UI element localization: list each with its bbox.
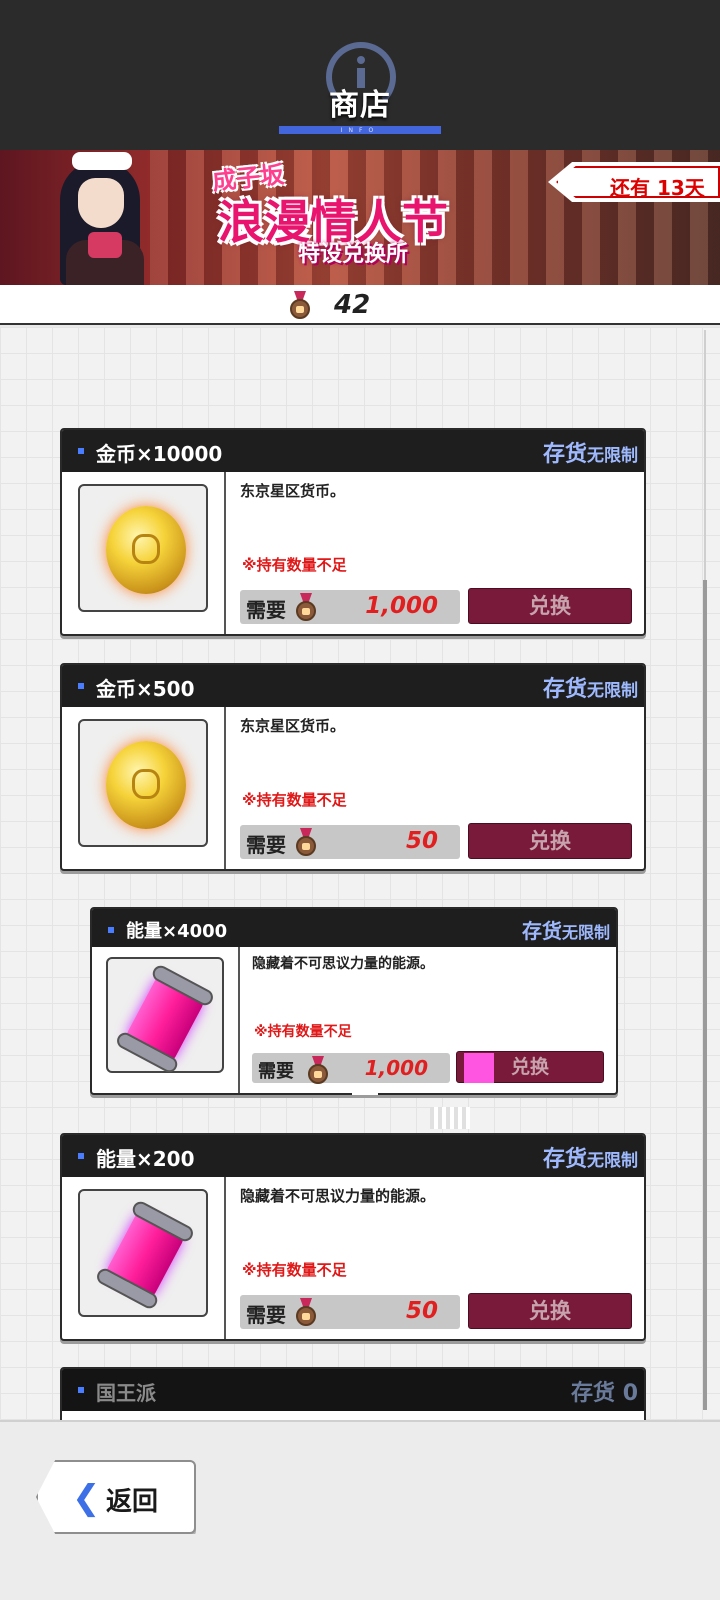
stock-label: 存货 <box>521 919 562 943</box>
divider <box>224 1177 226 1339</box>
render-artifact <box>464 1053 494 1083</box>
heart-medal-icon <box>294 593 318 621</box>
bullet-icon <box>108 927 114 933</box>
cost-label: 需要 <box>246 598 286 622</box>
item-header: 金币×10000 存货无限制 <box>62 430 644 472</box>
energy-canister-icon <box>114 962 216 1076</box>
cost-label: 需要 <box>246 1303 286 1327</box>
item-header: 金币×500 存货无限制 <box>62 665 644 707</box>
stock-info: 存货无限制 <box>543 671 638 703</box>
currency-amount: 42 <box>334 290 371 320</box>
insufficient-warning: ※持有数量不足 <box>242 791 347 809</box>
stock-info: 存货无限制 <box>543 1141 638 1173</box>
heart-medal-icon <box>294 1298 318 1326</box>
shop-item-card: 能量×4000 存货无限制 隐藏着不可思议力量的能源。 ※持有数量不足 需要 1… <box>90 907 618 1095</box>
item-description: 隐藏着不可思议力量的能源。 <box>240 1187 436 1205</box>
gold-coin-icon <box>106 741 186 829</box>
cost-value: 50 <box>405 828 438 854</box>
heart-medal-icon <box>288 291 312 319</box>
energy-canister-icon <box>94 1198 196 1312</box>
item-name: 能量×4000 <box>126 921 228 942</box>
item-header: 能量×200 存货无限制 <box>62 1135 644 1177</box>
cost-box: 需要 1,000 <box>252 1053 450 1084</box>
item-description: 东京星区货币。 <box>240 482 346 500</box>
gold-coin-icon <box>106 506 186 594</box>
stock-value: 无限制 <box>587 681 638 701</box>
stock-value: 0 <box>622 1381 638 1406</box>
item-name: 金币×500 <box>96 677 195 701</box>
bullet-icon <box>78 1387 84 1393</box>
divider <box>224 707 226 869</box>
character-portrait <box>50 150 160 285</box>
render-artifact <box>430 1107 470 1129</box>
item-description: 隐藏着不可思议力量的能源。 <box>252 956 434 972</box>
cost-box: 需要 1,000 <box>240 590 460 624</box>
stock-label: 存货 <box>542 1147 587 1172</box>
insufficient-warning: ※持有数量不足 <box>242 556 347 574</box>
bullet-icon <box>78 1153 84 1159</box>
stock-info: 存货无限制 <box>522 915 610 944</box>
cost-value: 1,000 <box>365 593 438 619</box>
cost-value: 50 <box>405 1298 438 1324</box>
insufficient-warning: ※持有数量不足 <box>254 1024 352 1040</box>
item-image <box>78 484 208 612</box>
stock-info: 存货无限制 <box>543 436 638 468</box>
item-description: 东京星区货币。 <box>240 717 346 735</box>
exchange-button[interactable]: 兑换 <box>468 1293 632 1329</box>
bullet-icon <box>78 683 84 689</box>
exchange-button[interactable]: 兑换 <box>468 823 632 859</box>
shop-item-card: 金币×500 存货无限制 东京星区货币。 ※持有数量不足 需要 50 兑换 <box>60 663 646 871</box>
divider <box>224 472 226 634</box>
item-list[interactable]: 金币×10000 存货无限制 东京星区货币。 ※持有数量不足 需要 1,000 … <box>0 327 720 1420</box>
item-image <box>106 957 224 1076</box>
stock-value: 无限制 <box>587 1151 638 1171</box>
event-subtitle: 特设兑换所 <box>298 242 409 267</box>
stock-value: 无限制 <box>587 446 638 466</box>
item-header: 国王派 存货 0 <box>62 1369 644 1411</box>
heart-medal-icon <box>306 1056 330 1084</box>
render-artifact <box>352 1087 378 1095</box>
cost-box: 需要 50 <box>240 1295 460 1329</box>
cost-value: 1,000 <box>364 1056 428 1080</box>
shop-item-card: 能量×200 存货无限制 隐藏着不可思议力量的能源。 ※持有数量不足 需要 50… <box>60 1133 646 1341</box>
page-title: 商店 <box>329 88 391 123</box>
title-subtitle: INFO <box>340 127 380 134</box>
stock-label: 存货 <box>571 1381 616 1406</box>
item-header: 能量×4000 存货无限制 <box>92 909 616 947</box>
stock-label: 存货 <box>542 442 587 467</box>
insufficient-warning: ※持有数量不足 <box>242 1261 347 1279</box>
cost-label: 需要 <box>258 1061 294 1082</box>
scrollbar-thumb[interactable] <box>703 580 707 1410</box>
chevron-left-icon: ❮ <box>72 1478 101 1518</box>
divider <box>238 947 240 1093</box>
shop-item-card: 金币×10000 存货无限制 东京星区货币。 ※持有数量不足 需要 1,000 … <box>60 428 646 636</box>
exchange-button[interactable]: 兑换 <box>468 588 632 624</box>
time-left-text: 还有 13天 <box>610 176 705 200</box>
cost-box: 需要 50 <box>240 825 460 859</box>
item-image <box>78 719 208 847</box>
item-name: 国王派 <box>96 1381 156 1405</box>
item-name: 能量×200 <box>96 1147 195 1171</box>
cost-label: 需要 <box>246 833 286 857</box>
shop-item-card: 国王派 存货 0 <box>60 1367 646 1420</box>
stock-info: 存货 0 <box>571 1375 638 1407</box>
back-button-label[interactable]: 返回 <box>106 1481 158 1518</box>
item-name: 金币×10000 <box>96 442 223 466</box>
bullet-icon <box>78 448 84 454</box>
stock-label: 存货 <box>542 677 587 702</box>
heart-medal-icon <box>294 828 318 856</box>
item-image <box>78 1189 208 1317</box>
stock-value: 无限制 <box>561 923 610 942</box>
